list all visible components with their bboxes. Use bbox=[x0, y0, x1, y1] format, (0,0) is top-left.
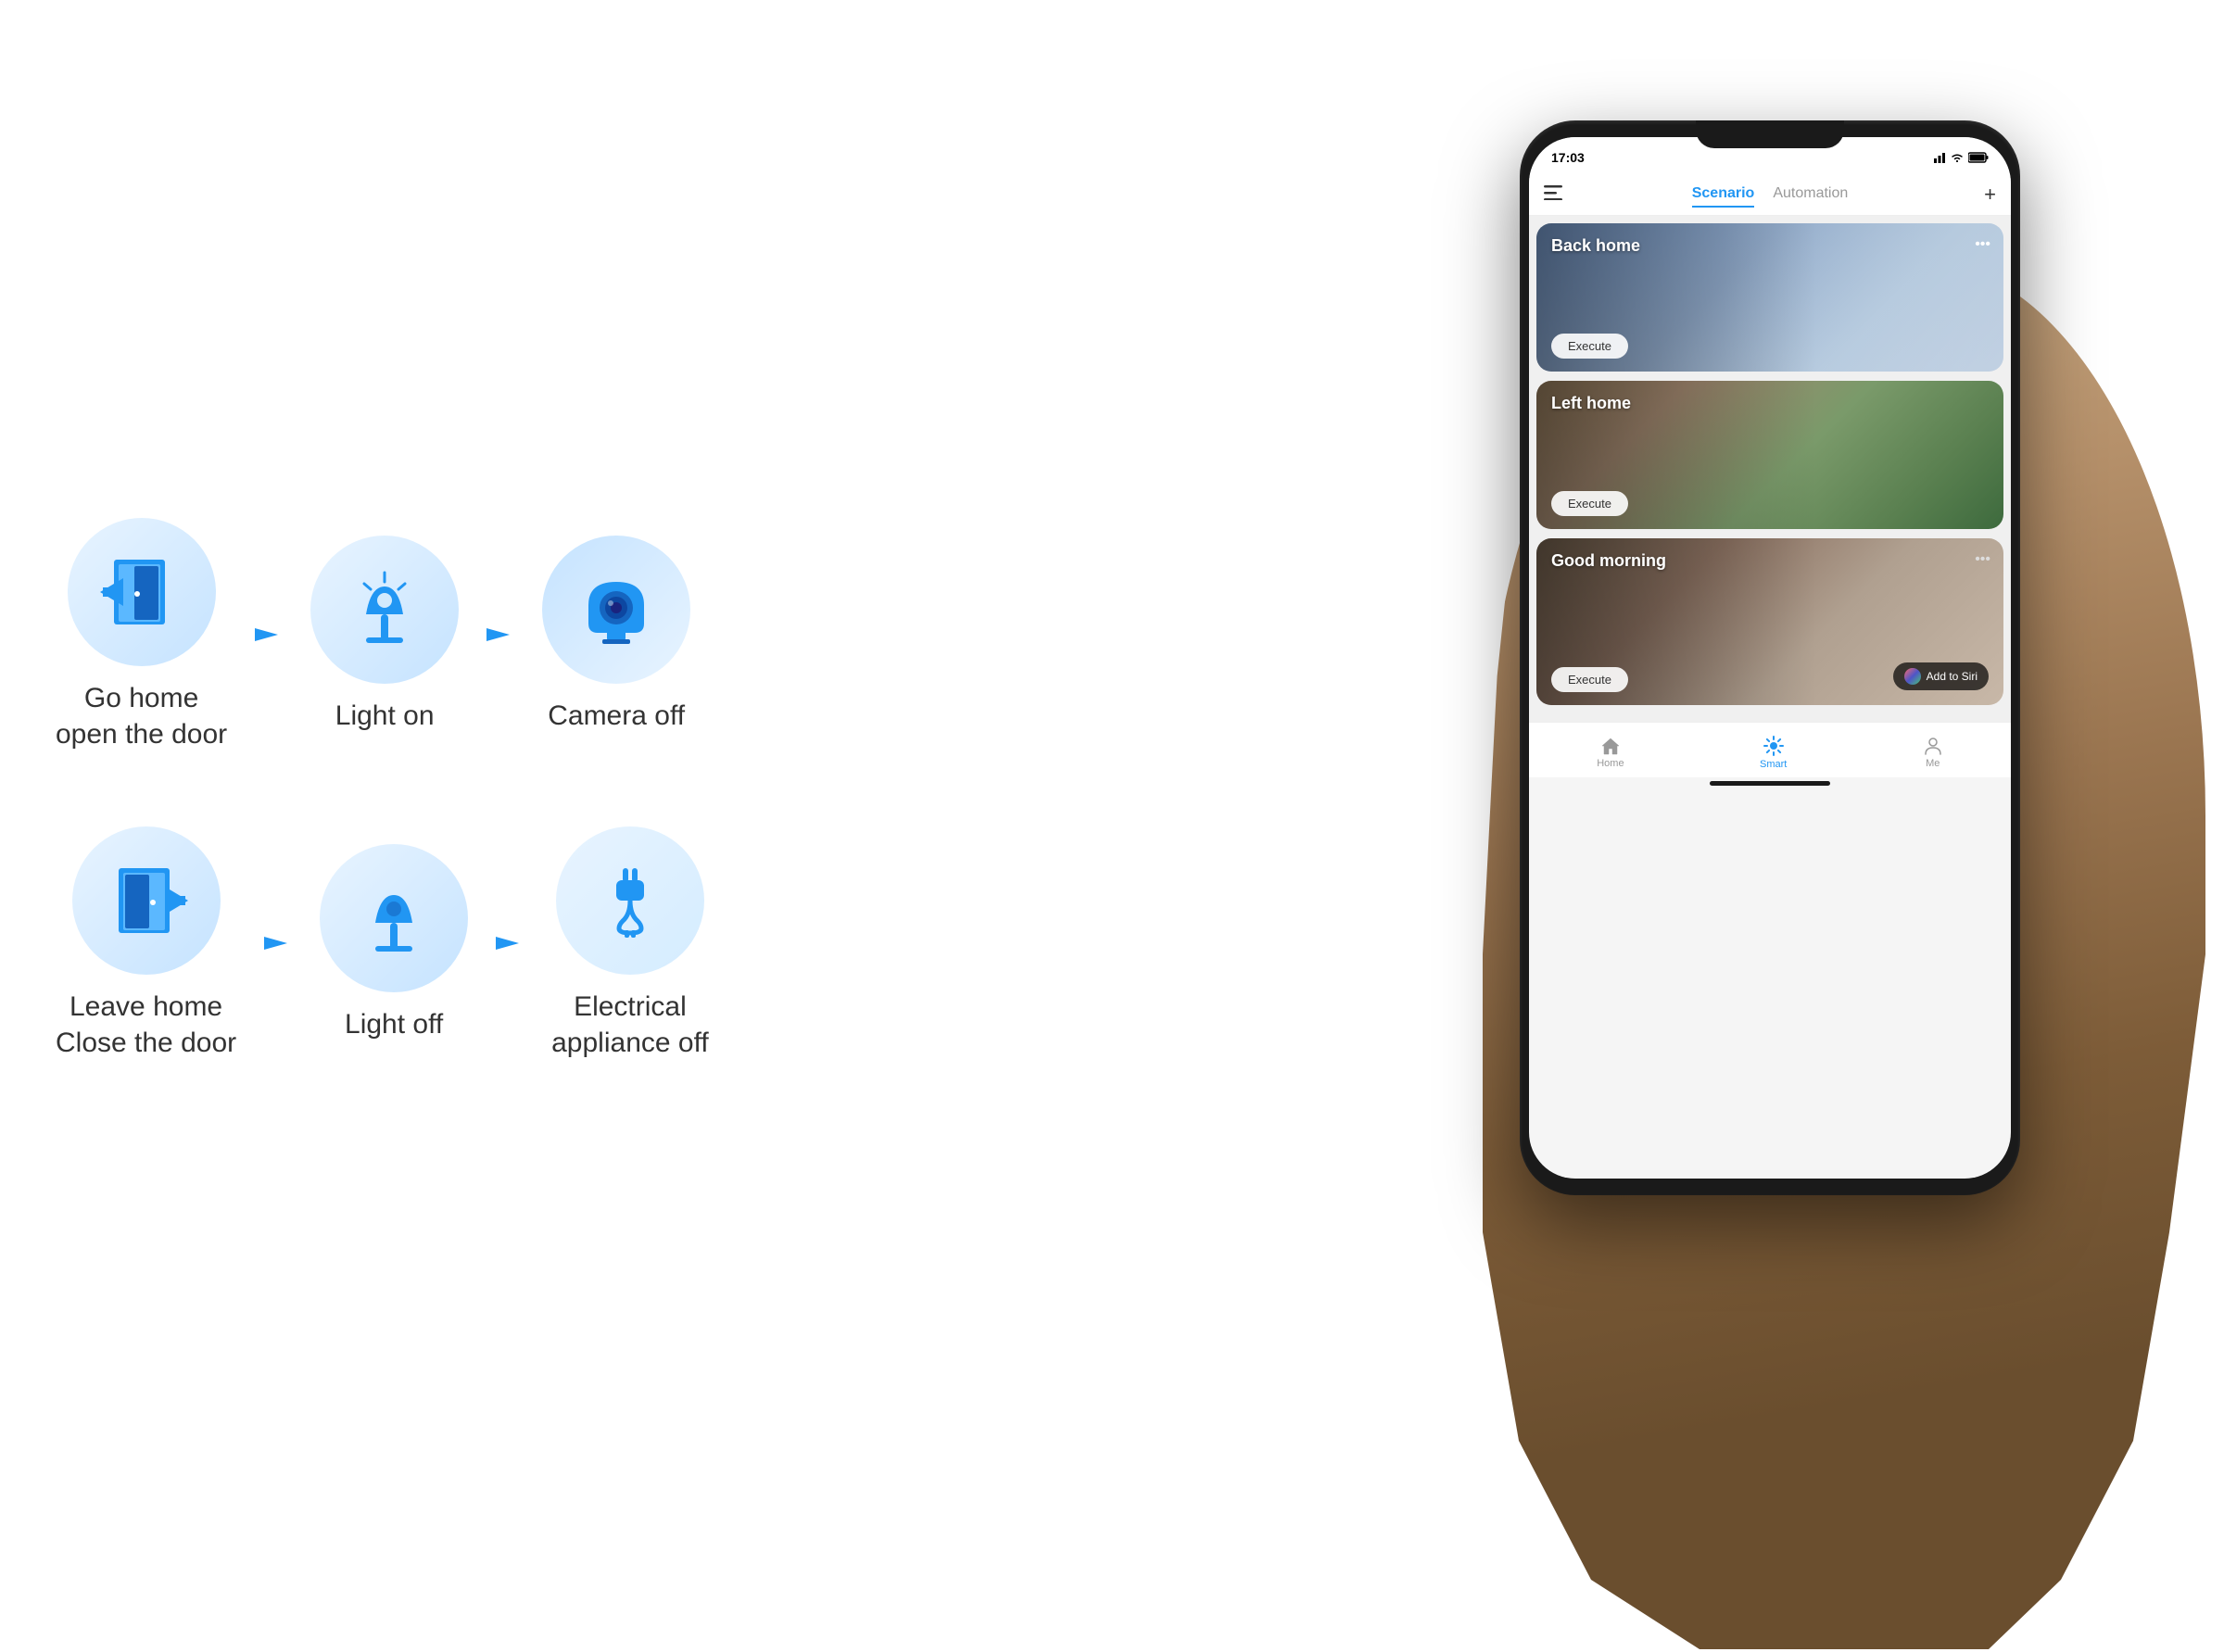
nav-me[interactable]: Me bbox=[1923, 736, 1943, 769]
tab-automation[interactable]: Automation bbox=[1773, 182, 1848, 208]
phone-notch bbox=[1696, 120, 1844, 148]
leave-home-row: Leave home Close the door Ligh bbox=[56, 826, 709, 1061]
go-home-icon-circle bbox=[68, 518, 216, 666]
light-on-icon-wrapper: Light on bbox=[310, 536, 459, 734]
left-home-execute[interactable]: Execute bbox=[1551, 491, 1628, 516]
home-nav-label: Home bbox=[1597, 758, 1624, 769]
scenarios-list: Back home ••• Execute Left home Execute bbox=[1529, 216, 2011, 722]
status-time: 17:03 bbox=[1551, 150, 1585, 165]
phone-frame: 17:03 bbox=[1520, 120, 2020, 1195]
left-home-title: Left home bbox=[1551, 394, 1989, 413]
light-off-label: Light off bbox=[345, 1006, 443, 1042]
phone-mockup: 17:03 bbox=[1427, 46, 2150, 1575]
home-nav-icon bbox=[1600, 736, 1621, 756]
bottom-nav: Home Smart bbox=[1529, 722, 2011, 777]
back-home-title: Back home bbox=[1551, 236, 1989, 256]
status-icons bbox=[1933, 151, 1989, 164]
me-nav-icon bbox=[1923, 736, 1943, 756]
nav-smart[interactable]: Smart bbox=[1760, 735, 1787, 770]
nav-header: Scenario Automation + bbox=[1529, 174, 2011, 216]
siri-button[interactable]: Add to Siri bbox=[1893, 662, 1989, 690]
light-off-icon-wrapper: Light off bbox=[320, 844, 468, 1042]
home-indicator bbox=[1710, 781, 1830, 786]
left-diagram: Go home open the door bbox=[0, 0, 723, 1652]
arrow1 bbox=[246, 612, 292, 658]
arrow2 bbox=[477, 612, 524, 658]
light-on-icon-circle bbox=[310, 536, 459, 684]
smart-nav-label: Smart bbox=[1760, 759, 1787, 770]
leave-home-icon bbox=[100, 854, 193, 947]
electrical-off-label: Electrical appliance off bbox=[551, 989, 709, 1061]
smart-nav-icon bbox=[1763, 735, 1785, 757]
go-home-label: Go home open the door bbox=[56, 680, 227, 752]
left-home-content: Left home Execute bbox=[1536, 381, 2003, 529]
signal-icon bbox=[1933, 151, 1946, 164]
camera-off-icon-circle bbox=[542, 536, 690, 684]
back-home-card: Back home ••• Execute bbox=[1536, 223, 2003, 372]
go-home-row: Go home open the door bbox=[56, 518, 690, 752]
camera-off-label: Camera off bbox=[548, 698, 685, 734]
good-morning-execute[interactable]: Execute bbox=[1551, 667, 1628, 692]
phone-screen: 17:03 bbox=[1529, 137, 2011, 1179]
good-morning-dots[interactable]: ••• bbox=[1975, 551, 1990, 568]
menu-icon[interactable] bbox=[1544, 185, 1562, 205]
add-scenario-button[interactable]: + bbox=[1984, 183, 1996, 207]
light-off-icon bbox=[348, 872, 440, 965]
electrical-off-icon-wrapper: Electrical appliance off bbox=[551, 826, 709, 1061]
arrow3 bbox=[255, 920, 301, 966]
wifi-icon bbox=[1950, 152, 1965, 163]
go-home-icon bbox=[95, 546, 188, 638]
arrow4 bbox=[486, 920, 533, 966]
back-home-dots[interactable]: ••• bbox=[1975, 236, 1990, 253]
camera-off-icon-wrapper: Camera off bbox=[542, 536, 690, 734]
siri-icon bbox=[1904, 668, 1921, 685]
back-home-content: Back home ••• Execute bbox=[1536, 223, 2003, 372]
tab-scenario[interactable]: Scenario bbox=[1692, 182, 1755, 208]
nav-home[interactable]: Home bbox=[1597, 736, 1624, 769]
me-nav-label: Me bbox=[1926, 758, 1940, 769]
electrical-off-icon-circle bbox=[556, 826, 704, 975]
nav-tabs: Scenario Automation bbox=[1692, 182, 1849, 208]
go-home-icon-wrapper: Go home open the door bbox=[56, 518, 227, 752]
battery-icon bbox=[1968, 152, 1989, 163]
leave-home-label: Leave home Close the door bbox=[56, 989, 236, 1061]
electrical-off-icon bbox=[584, 854, 676, 947]
light-off-icon-circle bbox=[320, 844, 468, 992]
good-morning-card: Good morning ••• Execute Add to Siri bbox=[1536, 538, 2003, 705]
good-morning-title: Good morning bbox=[1551, 551, 1989, 571]
leave-home-icon-wrapper: Leave home Close the door bbox=[56, 826, 236, 1061]
light-on-label: Light on bbox=[335, 698, 435, 734]
leave-home-icon-circle bbox=[72, 826, 221, 975]
left-home-card: Left home Execute bbox=[1536, 381, 2003, 529]
light-on-icon bbox=[338, 563, 431, 656]
camera-off-icon bbox=[570, 563, 663, 656]
back-home-execute[interactable]: Execute bbox=[1551, 334, 1628, 359]
